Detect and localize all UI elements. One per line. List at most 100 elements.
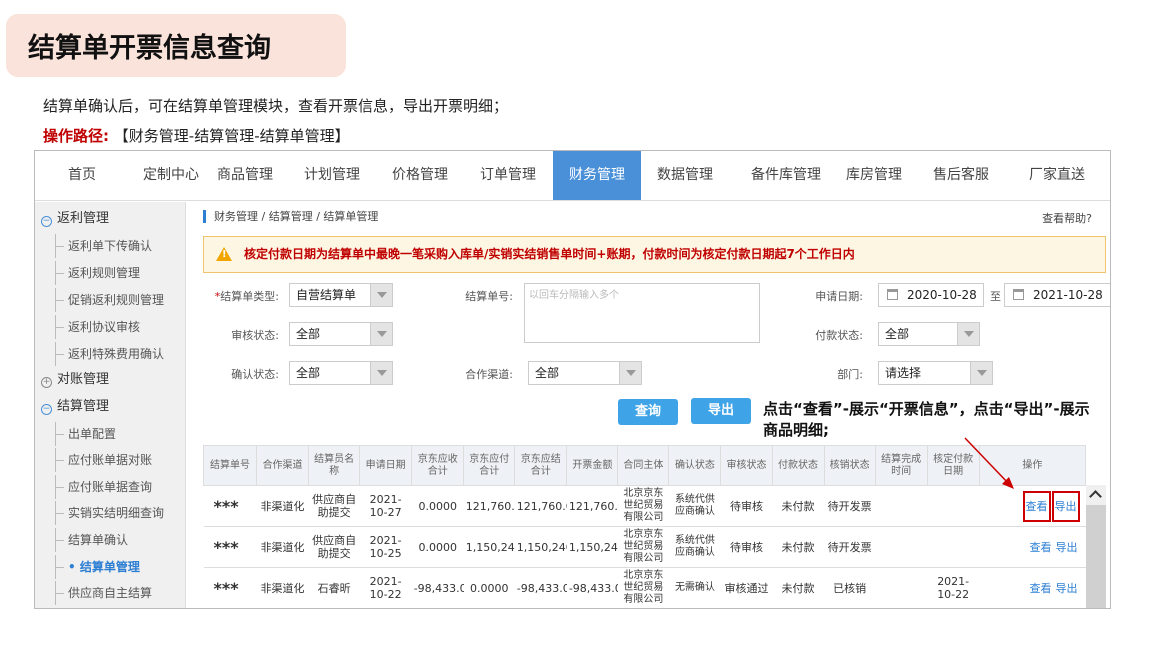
column-header[interactable]: 结算单号	[202, 445, 258, 486]
main-content: 财务管理 / 结算管理 / 结算单管理 查看帮助? ! 核定付款日期为结算单中最…	[187, 202, 1110, 610]
column-header[interactable]: 审核状态	[720, 445, 773, 486]
sidebar-item[interactable]: 促销返利规则管理	[55, 288, 164, 312]
sidebar-label: 返利特殊费用确认	[68, 347, 165, 361]
path-value: 【财务管理-结算管理-结算单管理】	[113, 127, 350, 145]
nav-item-6[interactable]: 财务管理	[553, 151, 641, 200]
nav-item-0[interactable]: 首页	[51, 151, 113, 200]
sidebar-item[interactable]: 返利协议审核	[55, 315, 140, 339]
column-header[interactable]: 京东应收合计	[411, 445, 465, 486]
cell	[772, 609, 824, 610]
nav-item-11[interactable]: 厂家直送	[1005, 151, 1109, 200]
view-link[interactable]: 查看	[1022, 490, 1051, 522]
column-header[interactable]: 京东应结合计	[514, 445, 568, 486]
channel-select[interactable]: 全部	[528, 361, 642, 385]
cell	[257, 609, 309, 610]
sidebar-item[interactable]: 返利特殊费用确认	[55, 342, 164, 366]
date-from-input[interactable]: 2020-10-28	[878, 283, 984, 307]
audit-status-label: 审核状态:	[231, 329, 279, 342]
nav-item-7[interactable]: 数据管理	[641, 151, 729, 200]
nav-item-5[interactable]: 订单管理	[464, 151, 552, 200]
nav-item-9[interactable]: 库房管理	[837, 151, 911, 200]
sidebar-item[interactable]: 结算单确认	[55, 528, 128, 552]
dept-select[interactable]: 请选择	[878, 361, 993, 385]
nav-item-3[interactable]: 计划管理	[288, 151, 376, 200]
sidebar-item[interactable]: 实销实结明细查询	[55, 501, 164, 525]
sidebar-item[interactable]: 出单配置	[55, 422, 116, 446]
nav-item-8[interactable]: 备件库管理	[729, 151, 843, 200]
sidebar-item[interactable]: 供应商自主结算	[55, 581, 152, 605]
pay-status-select[interactable]: 全部	[878, 322, 980, 346]
column-header[interactable]: 结算员名称	[308, 445, 361, 486]
column-header[interactable]: 合作渠道	[256, 445, 310, 486]
column-header[interactable]: 开票金额	[566, 445, 619, 486]
cell	[412, 609, 464, 610]
cell-confirm: 系统代供应商确认	[668, 485, 721, 527]
cell-audit: 审核通过	[720, 567, 773, 608]
column-header[interactable]: 申请日期	[359, 445, 413, 486]
sidebar-group[interactable]: + 对账管理	[35, 368, 109, 392]
sidebar-item[interactable]: 应付账单据对账	[55, 448, 152, 472]
apply-date-label: 申请日期:	[815, 290, 863, 303]
cell-no: ***	[203, 485, 257, 527]
column-header[interactable]: 核销状态	[823, 445, 876, 486]
settle-no-input[interactable]: 以回车分隔输入多个	[524, 283, 760, 343]
audit-status-select[interactable]: 全部	[289, 322, 393, 346]
operation-path: 操作路径: 【财务管理-结算管理-结算单管理】	[43, 125, 350, 146]
export-button[interactable]: 导出	[691, 398, 751, 424]
column-header[interactable]: 京东应付合计	[463, 445, 516, 486]
table-scrollbar[interactable]	[1086, 485, 1106, 608]
export-link[interactable]: 导出	[1056, 541, 1078, 554]
sidebar-group[interactable]: − 返利管理	[35, 207, 109, 231]
sidebar-label: 返利协议审核	[68, 320, 141, 334]
cell-date: 2021-10-25	[359, 526, 412, 568]
sidebar-item[interactable]: 返利规则管理	[55, 261, 140, 285]
nav-item-10[interactable]: 售后客服	[917, 151, 1005, 200]
cell-date: 2021-10-27	[359, 485, 412, 527]
column-header[interactable]: 合同主体	[617, 445, 670, 486]
column-header[interactable]: 核定付款日期	[926, 445, 980, 486]
view-link[interactable]: 查看	[1030, 541, 1052, 554]
column-header[interactable]: 付款状态	[771, 445, 825, 486]
chevron-down-icon	[370, 323, 392, 345]
minus-circle-icon: −	[41, 216, 52, 227]
cell-audit: 待审核	[720, 526, 773, 568]
sidebar-item[interactable]: • 结算单管理	[55, 555, 140, 579]
confirm-status-select[interactable]: 全部	[289, 361, 393, 385]
sidebar-label: 应付账单据对账	[68, 453, 153, 467]
sidebar-item[interactable]: 应付账单据查询	[55, 475, 152, 499]
nav-item-4[interactable]: 价格管理	[376, 151, 464, 200]
view-link[interactable]: 查看	[1030, 582, 1052, 595]
path-label: 操作路径:	[43, 127, 109, 145]
chevron-down-icon	[619, 362, 641, 384]
table-row[interactable]: ***非渠道化石睿昕2021-10-22-98,433.01000.0000-9…	[203, 567, 1086, 608]
cell	[979, 609, 1085, 610]
cell-pay: 1,150,240.0000	[463, 526, 515, 568]
nav-item-2[interactable]: 商品管理	[201, 151, 289, 200]
table-row[interactable]: ***非渠道化供应商自助提交2021-10-250.00001,150,240.…	[203, 526, 1086, 568]
cell-paydate	[927, 485, 980, 527]
column-header[interactable]: 结算完成时间	[874, 445, 928, 486]
cell-settle: -98,433.01	[514, 567, 567, 608]
query-button[interactable]: 查询	[618, 399, 678, 425]
cell-paystat: 未付款	[772, 526, 825, 568]
cell	[309, 609, 360, 610]
breadcrumb: 财务管理 / 结算管理 / 结算单管理	[203, 210, 378, 223]
cell-no: ***	[203, 526, 257, 568]
column-header[interactable]: 操作	[978, 445, 1087, 486]
settlement-table: 结算单号 合作渠道 结算员名称 申请日期 京东应收合计 京东应付合计 京东应结合计 开票金额合…	[202, 445, 1087, 610]
date-to-input[interactable]: 2021-10-28	[1004, 283, 1110, 307]
settle-type-select[interactable]: 自营结算单	[289, 283, 393, 307]
pay-status-label: 付款状态:	[815, 329, 863, 342]
cell-actions: 查看 导出	[979, 526, 1086, 568]
export-link[interactable]: 导出	[1056, 582, 1078, 595]
table-row[interactable]: ***非渠道化供应商自助提交2021-10-270.0000121,760.00…	[203, 485, 1086, 527]
sidebar-group[interactable]: − 结算管理	[35, 395, 109, 419]
cell-done	[875, 485, 928, 527]
chevron-up-icon[interactable]	[1086, 485, 1106, 505]
sidebar-item[interactable]: 返利单下传确认	[55, 234, 152, 258]
help-link[interactable]: 查看帮助?	[1042, 210, 1092, 226]
cell-invoice: -98,433.01	[566, 567, 618, 608]
column-header[interactable]: 确认状态	[668, 445, 722, 486]
export-link[interactable]: 导出	[1051, 490, 1080, 522]
cell-paydate	[927, 526, 980, 568]
